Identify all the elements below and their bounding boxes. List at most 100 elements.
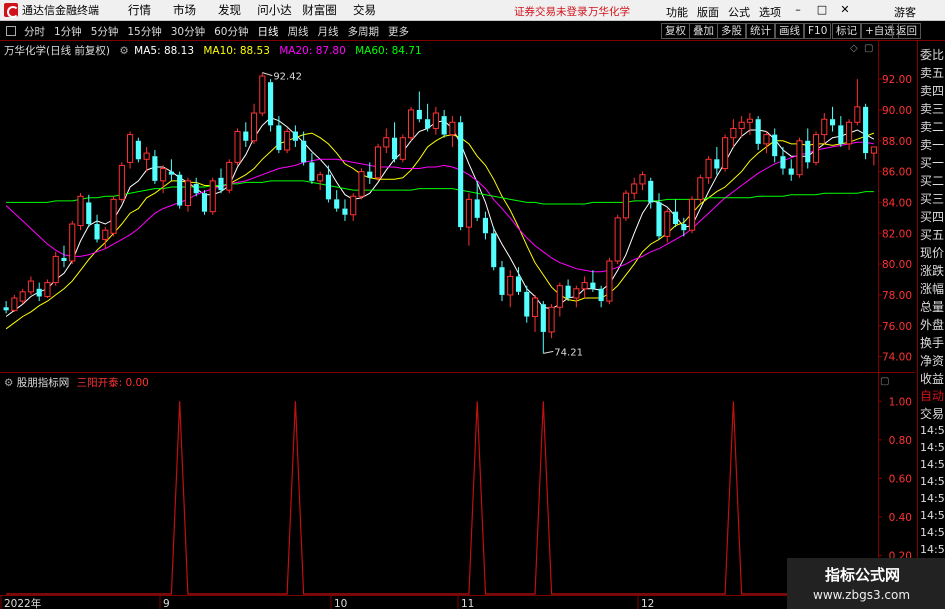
menu-shichang[interactable]: 市场: [162, 2, 207, 18]
candle: [317, 171, 324, 191]
btn-duogu[interactable]: 多股: [717, 23, 746, 39]
settings-icon[interactable]: ⚙: [119, 45, 128, 57]
side-trade[interactable]: 交易: [920, 405, 945, 422]
app-logo-icon: [4, 3, 19, 18]
candle-body-up: [209, 180, 216, 213]
menu-hangqing[interactable]: 行情: [117, 2, 162, 18]
kline-chart[interactable]: 74.00 76.00 78.00 80.00 82.00 84.00 86.00 88.00…: [0, 41, 915, 609]
candle: [209, 177, 216, 215]
side-huanshou: 换手: [920, 336, 945, 350]
maximize-icon[interactable]: □: [815, 3, 829, 17]
menu-wenxiaoda[interactable]: 问小达: [252, 2, 297, 18]
layout-icon[interactable]: [6, 25, 16, 36]
candle: [499, 261, 505, 302]
candle: [342, 199, 348, 221]
period-multi[interactable]: 多周期: [344, 23, 384, 39]
btn-tongji[interactable]: 统计: [746, 23, 775, 39]
candle: [524, 285, 530, 323]
candle-body-up: [399, 137, 406, 160]
candle: [177, 171, 183, 209]
period-5min[interactable]: 5分钟: [87, 23, 123, 39]
candle-body-down: [515, 276, 522, 292]
minimize-icon[interactable]: –: [791, 3, 805, 17]
candle-body-down: [590, 282, 596, 289]
period-15min[interactable]: 15分钟: [123, 23, 165, 39]
candle-body-up: [465, 198, 472, 228]
ma60-label: MA60: 84.71: [355, 45, 422, 57]
candle-body-up: [746, 118, 753, 123]
candle-body-up: [234, 131, 241, 163]
menu-jiaoyi[interactable]: 交易: [342, 2, 387, 18]
menu-xuanxiang[interactable]: 选项: [759, 4, 781, 20]
side-buy5: 买五: [920, 228, 945, 242]
candle-body-up: [259, 75, 266, 114]
btn-biaoji[interactable]: 标记: [832, 23, 861, 39]
period-60min[interactable]: 60分钟: [210, 23, 252, 39]
candle-body-down: [61, 257, 67, 262]
candle: [705, 156, 712, 184]
period-1min[interactable]: 1分钟: [50, 23, 86, 39]
candle-body-down: [276, 125, 282, 151]
candle: [416, 91, 422, 123]
btn-fuquan[interactable]: 复权: [661, 23, 690, 39]
candle: [309, 153, 315, 184]
candle-body-down: [168, 171, 174, 175]
menu-faxian[interactable]: 发现: [207, 2, 252, 18]
menu-gongneng[interactable]: 功能: [666, 4, 688, 20]
side-buy2: 买二: [920, 174, 945, 188]
candle-body-up: [52, 255, 59, 284]
price-tick-label: 74.00: [882, 352, 912, 364]
price-axis: 74.00 76.00 78.00 80.00 82.00 84.00 86.00 88.00…: [878, 74, 912, 364]
candle-body-up: [127, 134, 134, 163]
trade-status[interactable]: 证券交易未登录: [514, 4, 588, 19]
candle: [672, 199, 679, 228]
date-tick-label: 12: [641, 598, 654, 609]
btn-huaxian[interactable]: 画线: [775, 23, 804, 39]
period-daily[interactable]: 日线: [254, 23, 283, 39]
candle: [143, 146, 150, 172]
candle: [94, 214, 100, 243]
menu-caifuquan[interactable]: 财富圈: [297, 2, 342, 18]
watermark: 指标公式网 www.zbgs3.com: [787, 558, 945, 609]
date-tick-label: 10: [334, 598, 347, 609]
candle: [61, 245, 67, 268]
candle-body-up: [870, 146, 877, 154]
period-more[interactable]: 更多: [384, 23, 413, 39]
candle-body-down: [86, 202, 92, 225]
period-monthly[interactable]: 月线: [314, 23, 343, 39]
indicator-pane-control-icon[interactable]: ▢: [880, 376, 889, 387]
candle-body-down: [135, 140, 141, 160]
candle: [722, 134, 729, 172]
candle-body-up: [69, 223, 76, 262]
period-30min[interactable]: 30分钟: [167, 23, 209, 39]
candle-body-down: [458, 122, 464, 228]
candle: [432, 106, 439, 135]
candle: [870, 146, 877, 166]
period-weekly[interactable]: 周线: [284, 23, 313, 39]
candle-body-up: [581, 282, 588, 290]
btn-f10[interactable]: F10: [804, 23, 832, 39]
indicator-settings-icon[interactable]: ⚙: [4, 377, 13, 389]
indicator-tick-label: 0.40: [889, 512, 912, 524]
candle: [606, 257, 613, 305]
candle: [507, 270, 514, 308]
date-tick-label: 9: [163, 598, 170, 609]
app-name: 通达信金融终端: [22, 4, 99, 17]
btn-fanhui[interactable]: 返回: [892, 23, 921, 39]
pane-controls-icon[interactable]: ◇ ▢: [850, 43, 874, 54]
candle: [77, 193, 84, 231]
side-auto[interactable]: 自动: [920, 387, 945, 404]
close-icon[interactable]: ✕: [838, 3, 852, 17]
side-sell5: 卖五: [920, 66, 945, 80]
period-fenshi[interactable]: 分时: [20, 23, 49, 39]
candle-body-up: [573, 288, 580, 299]
candle-body-down: [805, 140, 811, 163]
candle: [127, 131, 134, 169]
menu-banmian[interactable]: 版面: [697, 4, 719, 20]
indicator-header: ⚙ 股朋指标网 三阳开泰: 0.00: [4, 375, 149, 390]
candle: [788, 159, 794, 181]
candle-body-down: [565, 285, 571, 299]
menu-gongshi[interactable]: 公式: [728, 4, 750, 20]
menu-youke[interactable]: 游客: [894, 4, 916, 20]
btn-diejia[interactable]: 叠加: [689, 23, 718, 39]
